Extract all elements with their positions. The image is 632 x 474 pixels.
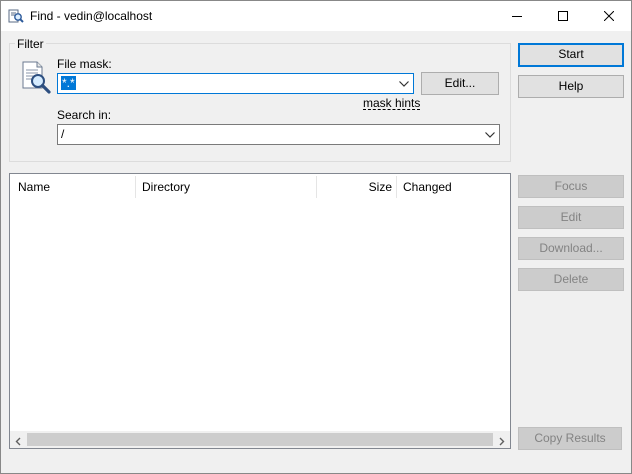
search-in-combo[interactable]: /: [57, 124, 500, 145]
mask-hints-link[interactable]: mask hints: [363, 97, 421, 110]
delete-button[interactable]: Delete: [518, 268, 624, 291]
search-in-label: Search in:: [57, 108, 112, 122]
help-button[interactable]: Help: [518, 75, 624, 98]
maximize-icon: [558, 10, 568, 21]
start-button[interactable]: Start: [518, 43, 624, 67]
close-button[interactable]: [586, 1, 632, 30]
maximize-button[interactable]: [540, 1, 586, 30]
horizontal-scrollbar[interactable]: [10, 431, 510, 448]
copy-results-button[interactable]: Copy Results: [518, 427, 622, 450]
close-icon: [604, 10, 614, 21]
file-mask-label: File mask:: [57, 57, 112, 71]
column-header-changed[interactable]: Changed: [403, 174, 503, 200]
column-header-name[interactable]: Name: [18, 174, 138, 200]
scroll-right-icon[interactable]: [497, 435, 506, 446]
scroll-left-icon[interactable]: [14, 435, 23, 446]
find-window-icon: [8, 8, 24, 24]
search-in-value: /: [61, 127, 65, 141]
chevron-down-icon[interactable]: [395, 74, 413, 93]
column-header-directory[interactable]: Directory: [142, 174, 317, 200]
file-mask-value: *.*: [61, 76, 76, 90]
download-button[interactable]: Download...: [518, 237, 624, 260]
window-title: Find - vedin@localhost: [30, 9, 153, 23]
edit-button[interactable]: Edit: [518, 206, 624, 229]
find-files-icon: [20, 60, 52, 94]
column-divider[interactable]: [396, 176, 397, 198]
filter-group-label: Filter: [15, 37, 46, 51]
column-divider[interactable]: [316, 176, 317, 198]
column-header-size[interactable]: Size: [320, 174, 392, 200]
edit-mask-button[interactable]: Edit...: [421, 72, 499, 95]
scrollbar-thumb[interactable]: [27, 433, 493, 446]
minimize-button[interactable]: [494, 1, 540, 30]
file-mask-combo[interactable]: *.*: [57, 73, 414, 94]
minimize-icon: [512, 15, 522, 17]
chevron-down-icon[interactable]: [481, 125, 499, 144]
results-list-header: Name Directory Size Changed: [10, 174, 510, 200]
column-divider[interactable]: [135, 176, 136, 198]
results-list[interactable]: Name Directory Size Changed: [9, 173, 511, 449]
focus-button[interactable]: Focus: [518, 175, 624, 198]
